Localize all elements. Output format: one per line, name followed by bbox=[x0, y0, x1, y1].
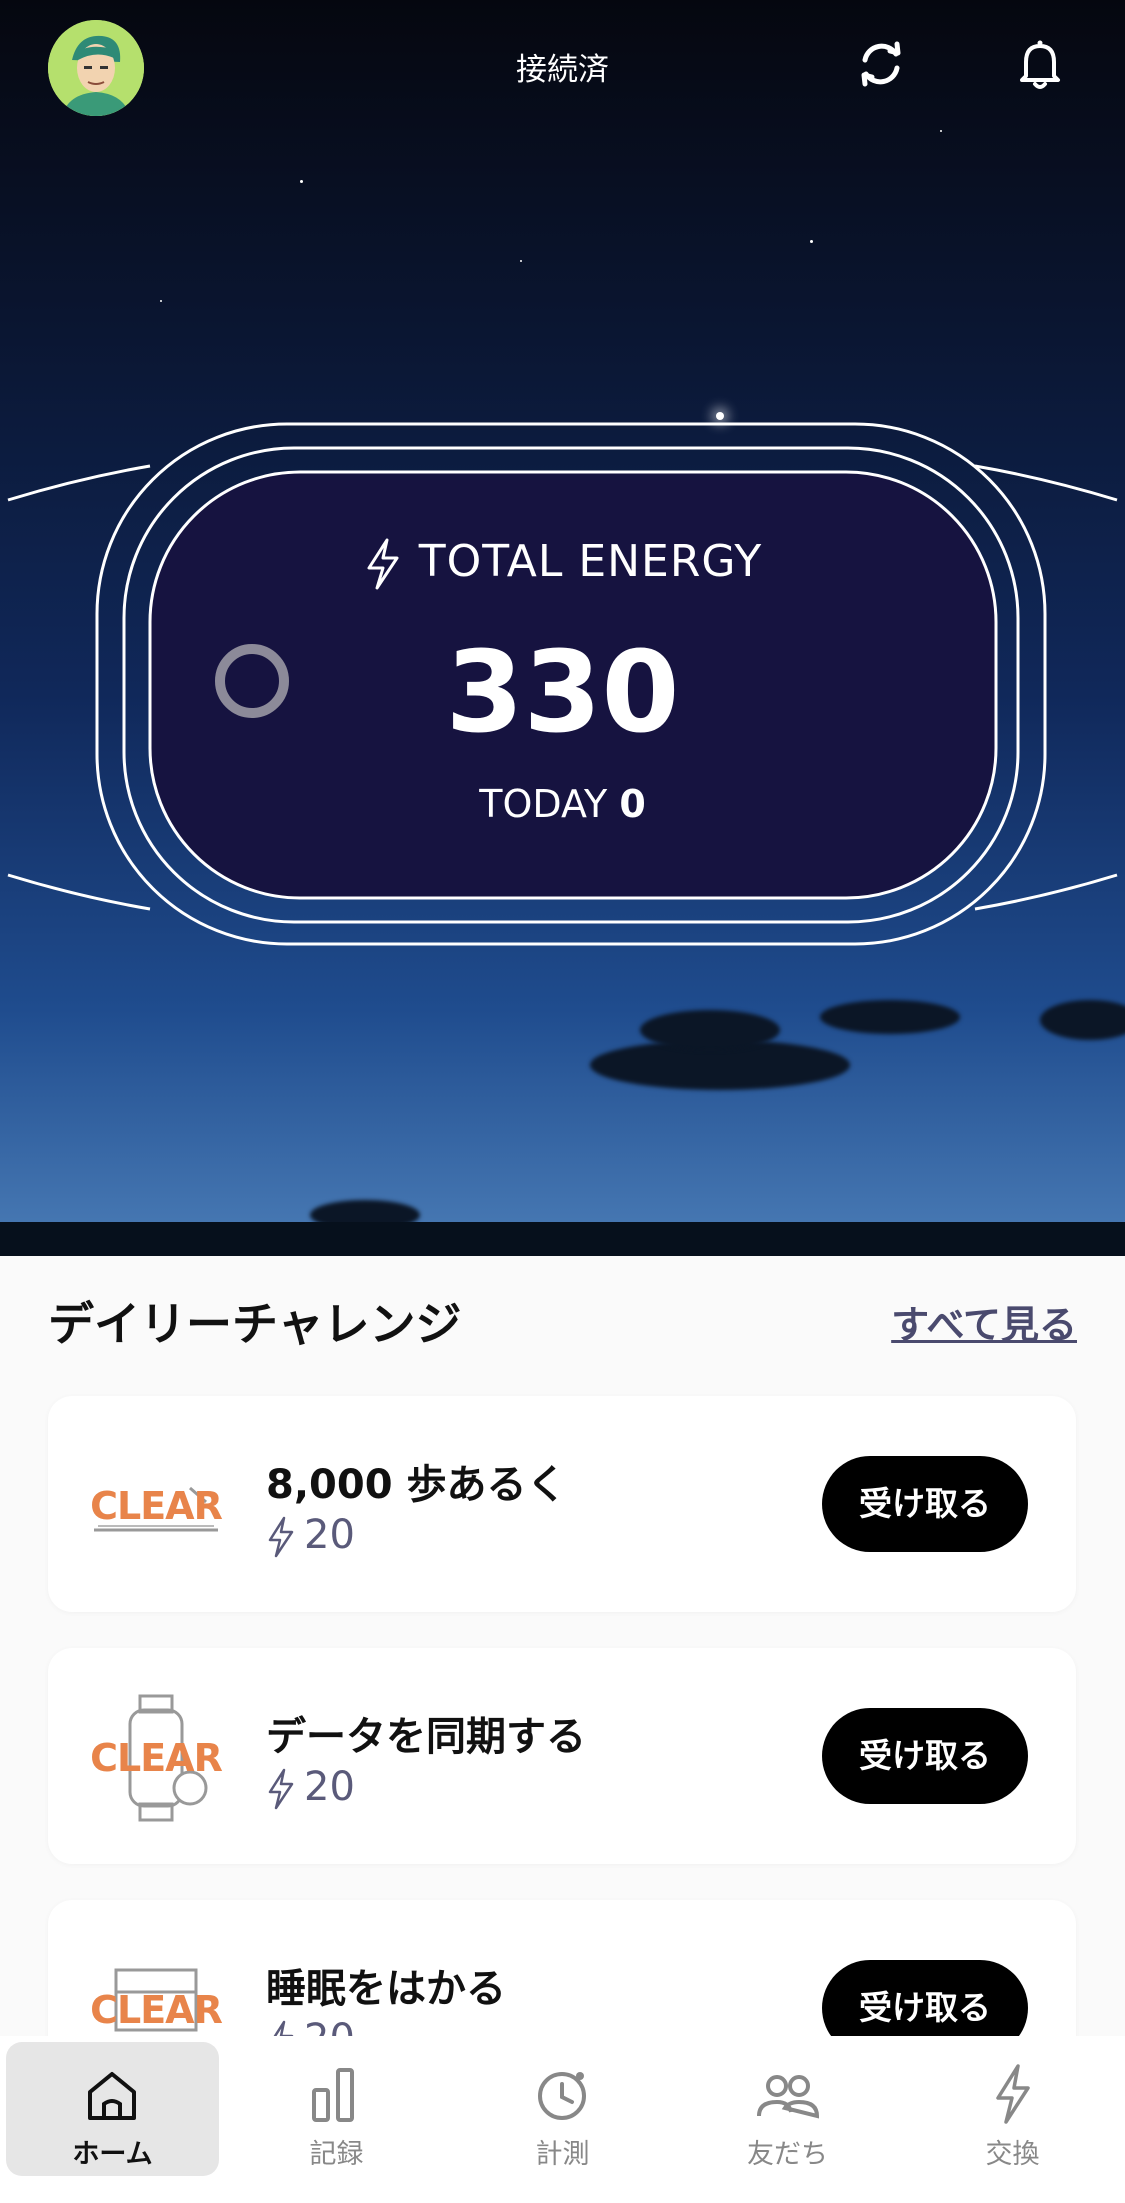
nav-label: 友だち bbox=[747, 2139, 828, 2170]
bottom-nav: ホーム 記録 計測 友だち 交換 bbox=[0, 2036, 1125, 2203]
today-label: TODAY bbox=[479, 782, 608, 826]
star bbox=[940, 130, 942, 132]
challenge-title: 睡眠をはかる bbox=[266, 1966, 506, 2012]
notification-button[interactable] bbox=[1004, 28, 1076, 100]
nav-item-home[interactable]: ホーム bbox=[6, 2042, 219, 2176]
star bbox=[520, 260, 522, 262]
clear-badge: CLEAR bbox=[90, 1484, 223, 1528]
energy-title: TOTAL ENERGY bbox=[0, 536, 1125, 590]
points-value: 20 bbox=[304, 1512, 355, 1558]
clear-badge: CLEAR bbox=[90, 1988, 223, 2032]
nav-label: 計測 bbox=[535, 2139, 590, 2170]
sync-badge: CLEAR bbox=[86, 1688, 226, 1828]
walk-badge: CLEAR bbox=[86, 1436, 226, 1576]
timer-icon bbox=[538, 2072, 586, 2120]
star bbox=[300, 180, 303, 183]
claim-button[interactable]: 受け取る bbox=[822, 1708, 1028, 1804]
see-all-link[interactable]: すべて見る bbox=[891, 1294, 1077, 1349]
friends-icon bbox=[757, 2075, 820, 2119]
nav-item-friends[interactable]: 友だち bbox=[681, 2042, 894, 2176]
challenge-card[interactable]: CLEAR データを同期する 20 受け取る bbox=[48, 1648, 1076, 1864]
nav-item-measure[interactable]: 計測 bbox=[456, 2042, 669, 2176]
nav-label: 交換 bbox=[985, 2139, 1040, 2170]
home-icon bbox=[88, 2072, 136, 2120]
top-bar: 接続済 bbox=[0, 0, 1125, 130]
nav-label: 記録 bbox=[309, 2139, 364, 2170]
nav-label: ホーム bbox=[72, 2139, 153, 2170]
connection-status: 接続済 bbox=[516, 52, 609, 88]
cloud bbox=[640, 1010, 780, 1050]
today-value: 0 bbox=[619, 782, 646, 826]
total-energy-value: 330 bbox=[445, 628, 680, 758]
points-value: 20 bbox=[304, 1764, 355, 1810]
bolt-icon bbox=[268, 1768, 294, 1810]
bolt-icon bbox=[367, 538, 399, 590]
nav-item-exchange[interactable]: 交換 bbox=[906, 2042, 1119, 2176]
nav-item-records[interactable]: 記録 bbox=[230, 2042, 443, 2176]
sync-icon bbox=[861, 41, 901, 87]
cloud bbox=[1040, 1000, 1125, 1040]
section-title: デイリーチャレンジ bbox=[48, 1297, 462, 1351]
challenge-points: 20 bbox=[266, 1764, 355, 1810]
claim-button[interactable]: 受け取る bbox=[822, 1456, 1028, 1552]
clear-badge: CLEAR bbox=[90, 1736, 223, 1780]
today-energy: TODAY 0 bbox=[0, 782, 1125, 826]
challenge-card[interactable]: CLEAR 8,000 歩あるく 20 受け取る bbox=[48, 1396, 1076, 1612]
challenge-points: 20 bbox=[266, 1512, 355, 1558]
bell-icon bbox=[1020, 40, 1060, 89]
star bbox=[160, 300, 162, 302]
challenge-title: データを同期する bbox=[266, 1714, 586, 1760]
bolt-icon bbox=[268, 1516, 294, 1558]
sync-button[interactable] bbox=[845, 28, 917, 100]
energy-title-label: TOTAL ENERGY bbox=[418, 536, 763, 587]
cloud bbox=[820, 1000, 960, 1034]
star bbox=[810, 240, 813, 243]
challenge-title: 8,000 歩あるく bbox=[266, 1462, 567, 1508]
bar-chart-icon bbox=[312, 2068, 354, 2122]
bolt-icon bbox=[996, 2064, 1030, 2124]
